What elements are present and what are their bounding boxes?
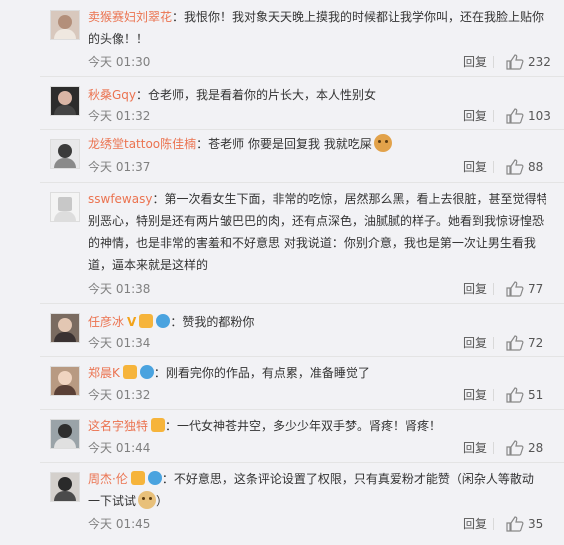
timestamp: 今天 01:37 <box>88 160 151 174</box>
thumbs-up-icon[interactable] <box>506 440 524 456</box>
comment-item: 周杰·伦 ：不好意思，这条评论设置了权限，只有真爱粉才能赞（闲杂人等散动 一下试试… <box>0 462 564 545</box>
comment-item: 这名字独特 ：一代女神苍井空，多少少年双手梦。肾疼！肾疼！ 今天 01:44 回复… <box>0 409 564 461</box>
timestamp: 今天 01:38 <box>88 282 151 296</box>
reply-button[interactable]: 回复 <box>463 52 487 72</box>
like-count: 103 <box>528 109 551 123</box>
doge-emoji-icon <box>138 491 157 509</box>
thumbs-up-icon[interactable] <box>506 54 524 70</box>
reply-button[interactable]: 回复 <box>463 514 487 534</box>
avatar[interactable] <box>50 366 80 396</box>
comment-text: 的神情，也是非常的害羞和不好意思 对我说道：你别介意，我也是第一次让男生看我 <box>88 236 536 250</box>
avatar[interactable] <box>50 419 80 449</box>
divider <box>40 129 564 130</box>
divider <box>40 76 564 77</box>
comment-text: ：不好意思，这条评论设置了权限，只有真爱粉才能赞（闲杂人等散动 <box>161 472 534 486</box>
timestamp: 今天 01:30 <box>88 55 151 69</box>
username[interactable]: 龙绣堂tattoo陈佳楠 <box>88 137 196 151</box>
username[interactable]: 这名字独特 <box>88 419 148 433</box>
reply-button[interactable]: 回复 <box>463 106 487 126</box>
divider <box>40 356 564 357</box>
like-count: 28 <box>528 441 544 455</box>
comment-text: ：我恨你！我对象天天晚上摸我的时候都让我学你叫，还在我脸上贴你 <box>172 10 545 24</box>
like-count: 232 <box>528 55 551 69</box>
divider <box>40 409 564 410</box>
avatar[interactable] <box>50 86 80 116</box>
username[interactable]: 周杰·伦 <box>88 472 128 486</box>
comment-text: 道，逼本来就是这样的 <box>88 258 209 272</box>
balloon-icon <box>147 471 162 485</box>
comment-text: ：仓老师，我是看着你的片长大，本人性别女 <box>136 88 377 102</box>
balloon-icon <box>139 365 154 379</box>
comment-text: ：刚看完你的作品，有点累，准备睡觉了 <box>153 366 370 380</box>
comment-text: 别恶心，特别是还有两片皱巴巴的肉，还有点深色，油腻腻的样子。她看到我惊讶惶恐 <box>88 214 545 228</box>
avatar[interactable] <box>50 10 80 40</box>
divider <box>40 303 564 304</box>
dog-emoji-icon <box>373 134 392 152</box>
divider <box>493 110 494 122</box>
thumbs-up-icon[interactable] <box>506 281 524 297</box>
medal-icon <box>151 418 166 432</box>
like-count: 88 <box>528 160 544 174</box>
thumbs-up-icon[interactable] <box>506 159 524 175</box>
balloon-icon <box>156 314 171 328</box>
like-count: 51 <box>528 388 544 402</box>
username[interactable]: sswfewasy <box>88 192 152 206</box>
reply-button[interactable]: 回复 <box>463 279 487 299</box>
timestamp: 今天 01:44 <box>88 441 151 455</box>
reply-button[interactable]: 回复 <box>463 385 487 405</box>
comment-item: 龙绣堂tattoo陈佳楠：苍老师 你要是回复我 我就吃屎 今天 01:37 回复… <box>0 129 564 181</box>
comment-text: ：苍老师 你要是回复我 我就吃屎 <box>196 137 372 151</box>
like-count: 72 <box>528 336 544 350</box>
vip-badge-icon: V <box>127 315 137 329</box>
thumbs-up-icon[interactable] <box>506 108 524 124</box>
divider <box>493 56 494 68</box>
comment-feed: 卖猴赛妇刘翠花：我恨你！我对象天天晚上摸我的时候都让我学你叫，还在我脸上贴你 的… <box>0 0 564 545</box>
like-count: 77 <box>528 282 544 296</box>
reply-button[interactable]: 回复 <box>463 157 487 177</box>
like-count: 35 <box>528 517 544 531</box>
divider <box>493 389 494 401</box>
username[interactable]: 卖猴赛妇刘翠花 <box>88 10 172 24</box>
comment-item: sswfewasy：第一次看女生下面，非常的吃惊，居然那么黑，看上去很脏，甚至觉… <box>0 182 564 302</box>
username[interactable]: 秋桑Gqy <box>88 88 136 102</box>
avatar[interactable] <box>50 192 80 222</box>
divider <box>40 462 564 463</box>
thumbs-up-icon[interactable] <box>506 335 524 351</box>
comment-text: 一下试试 <box>88 494 137 508</box>
divider <box>493 442 494 454</box>
divider <box>493 283 494 295</box>
timestamp: 今天 01:45 <box>88 517 151 531</box>
timestamp: 今天 01:32 <box>88 388 151 402</box>
timestamp: 今天 01:32 <box>88 109 151 123</box>
comment-item: 卖猴赛妇刘翠花：我恨你！我对象天天晚上摸我的时候都让我学你叫，还在我脸上贴你 的… <box>0 0 564 75</box>
thumbs-up-icon[interactable] <box>506 516 524 532</box>
comment-text-tail: ） <box>156 494 169 508</box>
comment-item: 秋桑Gqy：仓老师，我是看着你的片长大，本人性别女 今天 01:32 回复 10… <box>0 76 564 128</box>
avatar[interactable] <box>50 139 80 169</box>
reply-button[interactable]: 回复 <box>463 333 487 353</box>
medal-icon <box>122 365 137 379</box>
medal-icon <box>130 471 145 485</box>
divider <box>493 518 494 530</box>
divider <box>40 182 564 183</box>
thumbs-up-icon[interactable] <box>506 387 524 403</box>
avatar[interactable] <box>50 472 80 502</box>
avatar[interactable] <box>50 313 80 343</box>
comment-text: 的头像！！ <box>88 32 149 46</box>
username[interactable]: 郑晨K <box>88 366 120 380</box>
reply-button[interactable]: 回复 <box>463 438 487 458</box>
username[interactable]: 任彦冰 <box>88 315 124 329</box>
medal-icon <box>139 314 154 328</box>
comment-text: ：赞我的都粉你 <box>170 315 255 329</box>
comment-text: ：第一次看女生下面，非常的吃惊，居然那么黑，看上去很脏，甚至觉得特 <box>152 192 546 206</box>
comment-text: ：一代女神苍井空，多少少年双手梦。肾疼！肾疼！ <box>165 419 442 433</box>
divider <box>493 337 494 349</box>
comment-item: 郑晨K ：刚看完你的作品，有点累，准备睡觉了 今天 01:32 回复 51 <box>0 356 564 408</box>
divider <box>493 161 494 173</box>
comment-item: 任彦冰 V ：赞我的都粉你 今天 01:34 回复 72 <box>0 303 564 355</box>
timestamp: 今天 01:34 <box>88 336 151 350</box>
